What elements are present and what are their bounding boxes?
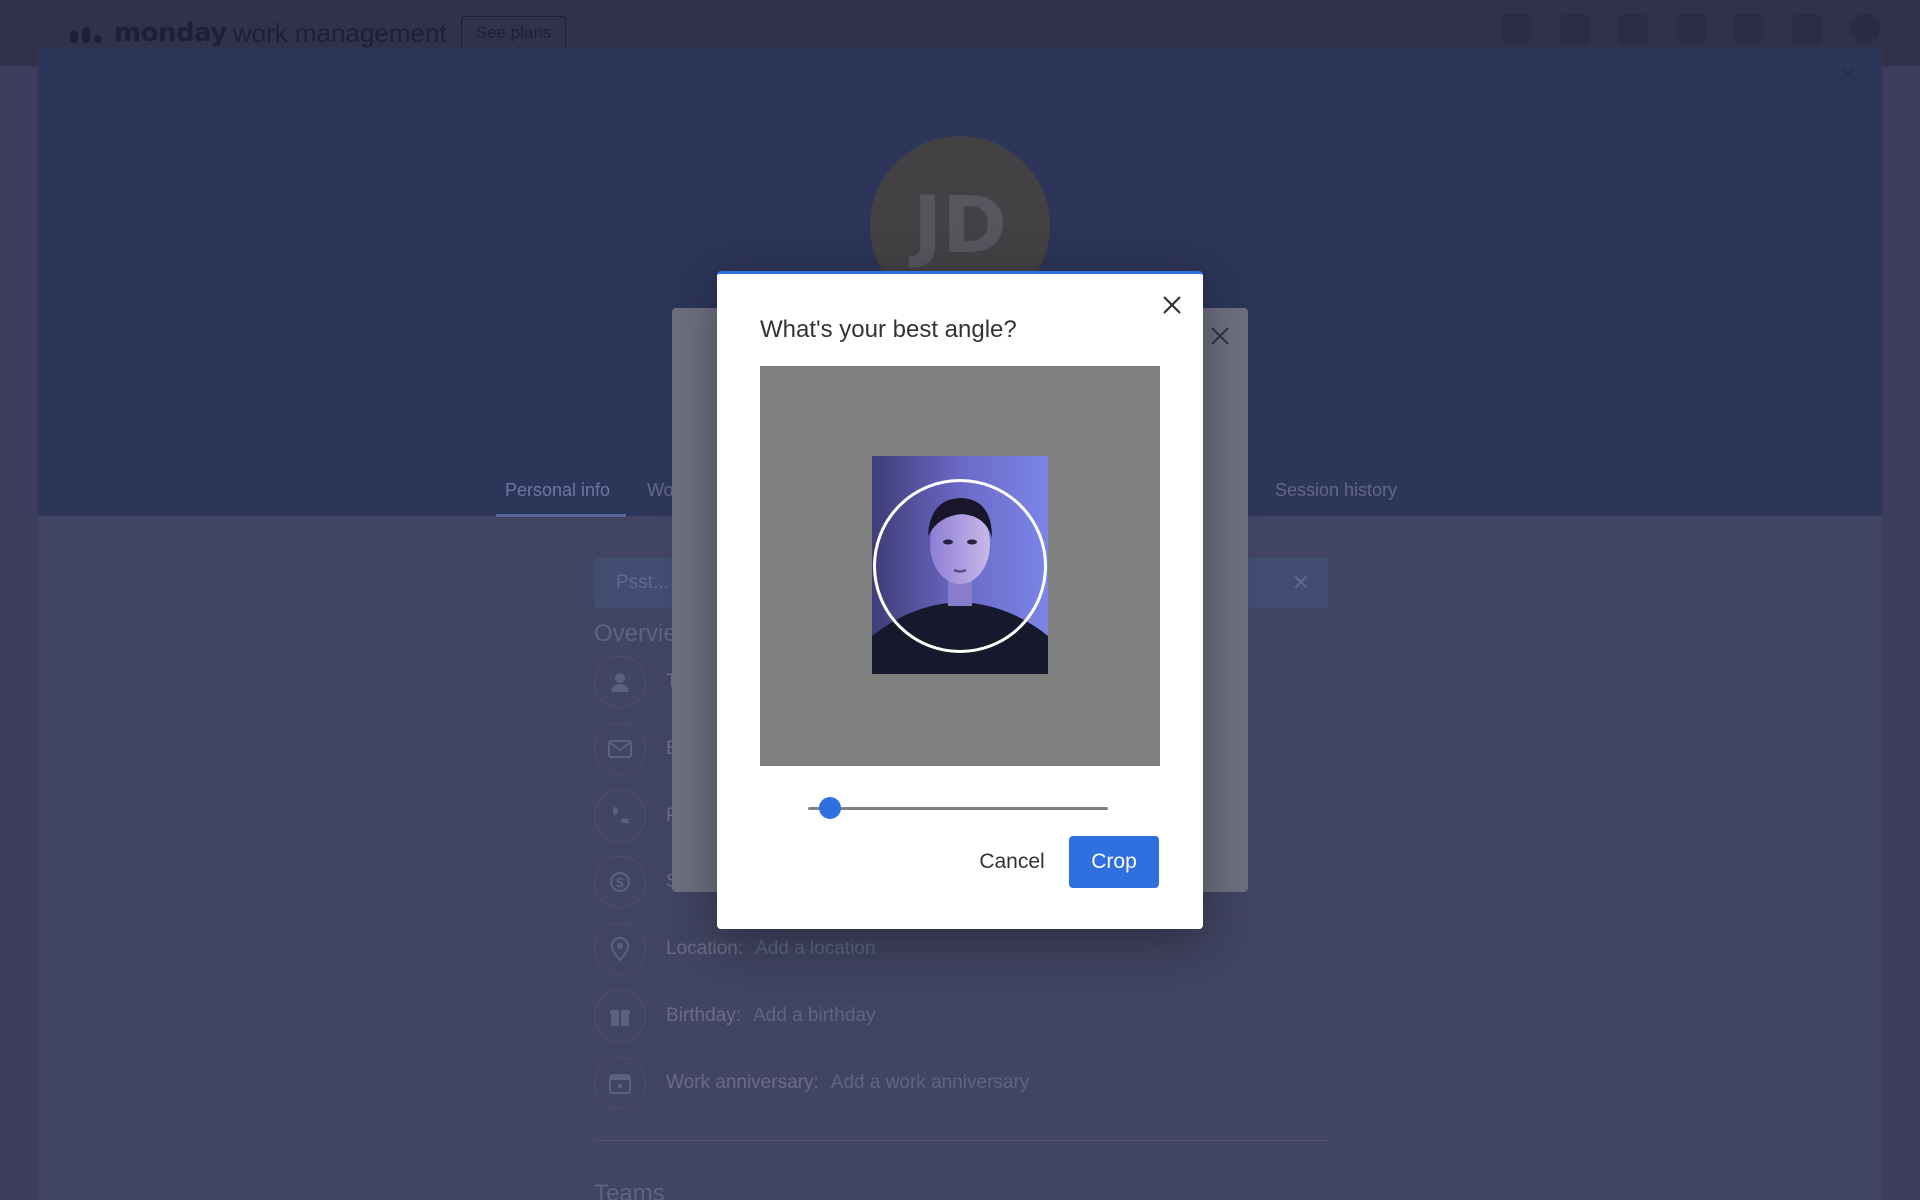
inbox-icon[interactable] [1560,14,1590,44]
apps-icon[interactable] [1676,14,1706,44]
info-value[interactable]: Add a location [755,938,875,960]
info-row-phone[interactable]: P [594,790,679,842]
see-plans-label: See plans [475,23,552,42]
info-row-skype[interactable]: S S [594,856,679,908]
tab-session-history[interactable]: Session history [1275,480,1397,501]
notifications-icon[interactable] [1502,14,1532,44]
search-icon[interactable] [1734,14,1764,44]
user-avatar[interactable] [1850,14,1880,44]
info-label: Work anniversary: [666,1072,819,1093]
location-icon [594,923,646,975]
info-value[interactable]: Add a work anniversary [831,1072,1030,1094]
cancel-button[interactable]: Cancel [960,836,1064,888]
phone-icon [594,790,646,842]
person-icon [594,656,646,708]
email-icon [594,723,646,775]
help-icon[interactable] [1792,14,1822,44]
info-row-email[interactable]: E [594,723,679,775]
calendar-icon [594,1057,646,1109]
close-icon[interactable] [1208,324,1232,348]
svg-text:S: S [616,876,625,890]
crop-circle[interactable] [873,479,1047,653]
avatar-initials: JD [913,181,1007,271]
brand-name: monday [114,18,227,48]
top-icons [1502,14,1880,44]
teams-title: Teams [594,1180,665,1200]
active-tab-indicator [496,514,626,517]
info-label: Location: [666,938,744,959]
info-row-birthday[interactable]: Birthday: Add a birthday [594,990,876,1042]
crop-button[interactable]: Crop [1069,836,1159,888]
tab-work[interactable]: Wo [647,480,674,501]
slider-track[interactable] [808,807,1108,810]
invite-members-icon[interactable] [1618,14,1648,44]
info-row-location[interactable]: Location: Add a location [594,923,876,975]
zoom-slider[interactable] [808,796,1108,820]
close-icon[interactable]: ✕ [1836,62,1860,86]
close-icon[interactable]: ✕ [1292,570,1310,596]
overview-title: Overvie [594,620,677,647]
dialog-title: What's your best angle? [760,316,1017,343]
tab-personal-info[interactable]: Personal info [505,480,610,501]
see-plans-button[interactable]: See plans [460,16,567,50]
info-row-title[interactable]: T [594,656,678,708]
gift-icon [594,990,646,1042]
crop-area[interactable] [760,366,1160,766]
skype-icon: S [594,856,646,908]
section-divider [594,1140,1328,1141]
close-icon[interactable] [1159,292,1185,318]
slider-thumb[interactable] [819,797,842,819]
info-value[interactable]: Add a birthday [753,1005,876,1027]
crop-dialog: What's your best angle? Cancel Crop [717,271,1203,929]
info-label: Birthday: [666,1005,741,1026]
brand-suffix: work management [232,17,447,48]
info-row-work-anniversary[interactable]: Work anniversary: Add a work anniversary [594,1057,1029,1109]
monday-logo-icon [70,23,104,43]
